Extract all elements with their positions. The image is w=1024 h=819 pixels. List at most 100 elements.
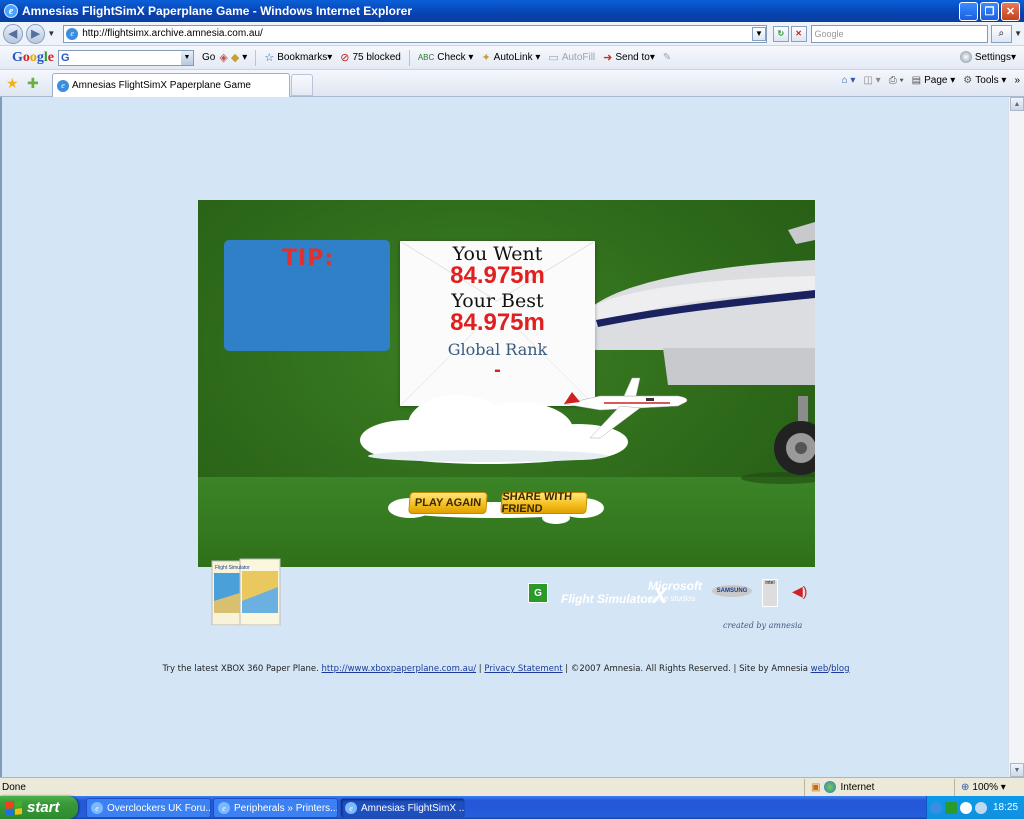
vertical-scrollbar[interactable]: ▲ ▼: [1008, 97, 1024, 777]
samsung-logo[interactable]: SAMSUNG: [712, 585, 752, 597]
scroll-down-icon[interactable]: ▼: [1010, 763, 1024, 777]
wrench-icon: [959, 51, 972, 63]
window-title-bar[interactable]: e Amnesias FlightSimX Paperplane Game - …: [0, 0, 1024, 22]
home-icon[interactable]: ⌂ ▾: [842, 75, 856, 86]
share-with-friend-button[interactable]: SHARE WITH FRIEND: [500, 491, 588, 515]
game-canvas[interactable]: TIP: You Went 84.975m Your Best 84.975m …: [198, 200, 815, 567]
autofill-label: AutoFill: [561, 52, 596, 63]
search-icon[interactable]: ⌕: [990, 24, 1013, 43]
bookmarks-label: Bookmarks: [277, 52, 328, 63]
tray-volume-icon[interactable]: [975, 801, 987, 814]
autolink-button[interactable]: ✦ AutoLink ▾: [481, 51, 540, 64]
settings-button[interactable]: Settings ▾: [959, 51, 1016, 63]
tip-panel: TIP:: [224, 240, 390, 351]
product-boxes[interactable]: Flight Simulator: [210, 557, 286, 645]
task-label: Amnesias FlightSimX ...: [361, 802, 465, 814]
protected-mode-icon: ▣: [811, 781, 821, 793]
forward-button[interactable]: ▶: [25, 23, 46, 44]
tray-status-icon[interactable]: [960, 801, 972, 814]
google-go-button[interactable]: Go: [202, 52, 215, 63]
taskbar-item-active[interactable]: e Amnesias FlightSimX ...: [340, 798, 465, 818]
feeds-icon[interactable]: ◫ ▾: [863, 75, 880, 86]
privacy-link[interactable]: Privacy Statement: [484, 664, 562, 674]
history-dropdown-icon[interactable]: ▼: [47, 29, 57, 38]
toolbar-extra-icons[interactable]: ◈ ◆ ▾: [219, 51, 247, 64]
your-best-value: 84.975m: [450, 309, 545, 336]
back-button[interactable]: ◀: [3, 23, 23, 44]
web-link[interactable]: web: [811, 664, 829, 674]
toolbar-overflow-icon[interactable]: »: [1014, 75, 1020, 86]
microsoft-game-studios-logo[interactable]: Microsoft game studios: [648, 579, 702, 604]
tab-active[interactable]: e Amnesias FlightSimX Paperplane Game: [52, 73, 290, 97]
ie-task-icon: e: [218, 802, 230, 814]
print-icon[interactable]: ⎙ ▾: [889, 75, 904, 86]
intel-logo[interactable]: intel: [762, 579, 778, 607]
system-tray: 18:25: [926, 796, 1024, 819]
clock[interactable]: 18:25: [993, 802, 1018, 813]
search-input[interactable]: Google: [810, 24, 988, 43]
page-menu[interactable]: ▤ Page ▾: [912, 75, 956, 86]
tray-network-icon[interactable]: [930, 801, 942, 814]
google-toolbar: Google G ▼ Go ◈ ◆ ▾ ☆ Bookmarks ▾ ⊘ 75 blocke…: [0, 46, 1024, 70]
minimize-button[interactable]: _: [959, 1, 978, 21]
check-label: Check: [437, 52, 466, 63]
tray-app-icon[interactable]: [945, 801, 957, 814]
maximize-button[interactable]: ❐: [980, 1, 999, 21]
bookmarks-button[interactable]: ☆ Bookmarks ▾: [264, 51, 332, 64]
status-bar: Done ▣ Internet ⊕ 100% ▾: [0, 777, 1024, 796]
play-again-button[interactable]: PLAY AGAIN: [408, 492, 488, 514]
send-to-button[interactable]: ➜ Send to ▾: [603, 51, 655, 64]
start-label: start: [27, 799, 60, 816]
internet-zone-icon: [824, 781, 837, 793]
window-title: Amnesias FlightSimX Paperplane Game - Wi…: [22, 4, 412, 18]
security-zone[interactable]: ▣ Internet: [804, 778, 954, 796]
taskbar-item[interactable]: e Peripherals » Printers...: [213, 798, 338, 818]
highlight-icon[interactable]: ✎: [663, 52, 671, 63]
url-field[interactable]: e http://flightsimx.archive.amnesia.com.…: [63, 24, 767, 43]
small-jet-icon: [563, 377, 688, 439]
ie-task-icon: e: [345, 802, 357, 814]
taskbar-item[interactable]: e Overclockers UK Foru...: [86, 798, 211, 818]
add-favorites-icon[interactable]: ✚: [27, 75, 39, 92]
autofill-button[interactable]: ▭ AutoFill: [548, 51, 595, 64]
search-options-icon[interactable]: ▼: [1014, 29, 1024, 38]
page-footer: Try the latest XBOX 360 Paper Plane. htt…: [162, 664, 850, 674]
tab-page-icon: e: [57, 79, 69, 92]
favorites-star-icon[interactable]: ★: [6, 75, 19, 92]
tools-menu-label: Tools: [975, 75, 999, 86]
tools-menu[interactable]: ⚙ Tools ▾: [963, 75, 1006, 86]
popup-blocker-button[interactable]: ⊘ 75 blocked: [340, 51, 401, 64]
url-text: http://flightsimx.archive.amnesia.com.au…: [82, 28, 263, 39]
google-logo[interactable]: Google: [12, 50, 54, 66]
google-search-value: G: [61, 51, 70, 64]
address-bar: ◀ ▶ ▼ e http://flightsimx.archive.amnesi…: [0, 22, 1024, 46]
command-bar: ⌂ ▾ ◫ ▾ ⎙ ▾ ▤ Page ▾ ⚙ Tools ▾ »: [834, 75, 1020, 86]
ie-task-icon: e: [91, 802, 103, 814]
status-text: Done: [2, 781, 26, 793]
flight-sim-brand: Flight Simulator: [561, 592, 653, 606]
footer-prefix: Try the latest XBOX 360 Paper Plane.: [162, 664, 319, 674]
google-search-dropdown-icon[interactable]: ▼: [181, 50, 193, 65]
google-search-input[interactable]: G ▼: [58, 49, 194, 66]
credit-text: created by amnesia: [723, 621, 803, 630]
refresh-icon[interactable]: ↻: [772, 25, 789, 42]
spell-check-button[interactable]: ABC Check ▾: [418, 52, 474, 63]
speaker-icon[interactable]: ◀): [792, 583, 807, 600]
page-viewport[interactable]: TIP: You Went 84.975m Your Best 84.975m …: [0, 97, 1024, 777]
new-tab-button[interactable]: [291, 74, 313, 96]
blog-link[interactable]: blog: [831, 664, 849, 674]
global-rank-label: Global Rank: [447, 340, 548, 359]
settings-label: Settings: [974, 51, 1011, 63]
xbox-link[interactable]: http://www.xboxpaperplane.com.au/: [322, 664, 477, 674]
page-menu-label: Page: [924, 75, 948, 86]
start-button[interactable]: start: [0, 796, 78, 819]
zoom-control[interactable]: ⊕ 100% ▾: [954, 778, 1024, 796]
windows-logo-icon: [6, 799, 22, 816]
close-button[interactable]: ✕: [1001, 1, 1020, 21]
stop-icon[interactable]: ✕: [790, 25, 807, 42]
url-dropdown-icon[interactable]: ▼: [751, 26, 766, 41]
zoom-level: 100%: [972, 781, 998, 793]
microsoft-brand: Microsoft: [648, 579, 702, 593]
scroll-up-icon[interactable]: ▲: [1010, 97, 1024, 111]
tab-label: Amnesias FlightSimX Paperplane Game: [72, 80, 251, 91]
